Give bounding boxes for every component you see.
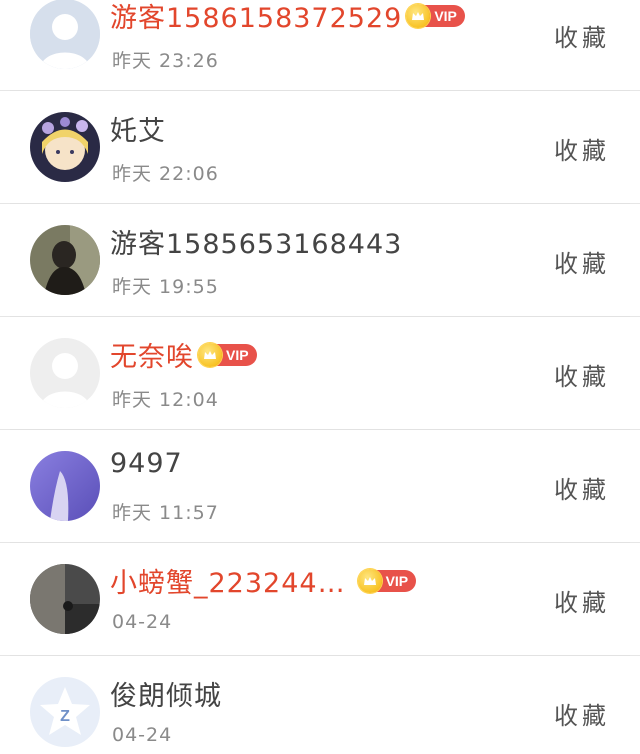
- list-item[interactable]: 9497 昨天 11:57 收藏: [0, 430, 640, 543]
- name-line: 无奈唉 VIP: [110, 335, 257, 374]
- avatar[interactable]: [30, 338, 100, 408]
- timestamp: 昨天 19:55: [112, 276, 219, 298]
- user-name: 9497: [110, 448, 183, 479]
- avatar[interactable]: [30, 225, 100, 295]
- user-name: 奼艾: [110, 116, 166, 147]
- list-item[interactable]: 小螃蟹_223244… VIP 04-24 收藏: [0, 543, 640, 656]
- name-line: 奼艾: [110, 109, 166, 148]
- timestamp: 04-24: [112, 724, 173, 746]
- favorite-button[interactable]: 收藏: [554, 244, 610, 279]
- avatar[interactable]: Z: [30, 677, 100, 747]
- timestamp: 昨天 23:26: [112, 50, 219, 72]
- vip-label: VIP: [226, 346, 249, 363]
- timestamp: 昨天 22:06: [112, 163, 219, 185]
- timestamp: 昨天 12:04: [112, 389, 219, 411]
- vip-badge: VIP: [357, 568, 417, 593]
- avatar[interactable]: [30, 0, 100, 69]
- favorite-button[interactable]: 收藏: [554, 18, 610, 53]
- photo-avatar-icon: [30, 564, 100, 634]
- favorite-button[interactable]: 收藏: [554, 131, 610, 166]
- user-name: 俊朗倾城: [110, 681, 222, 712]
- crown-icon: [198, 342, 222, 367]
- anime-avatar-icon: [30, 112, 100, 182]
- name-line: 俊朗倾城: [110, 674, 222, 713]
- avatar[interactable]: [30, 451, 100, 521]
- list-item[interactable]: Z 俊朗倾城 04-24 收藏: [0, 656, 640, 754]
- name-line: 游客15861583725​29 VIP: [110, 0, 465, 35]
- user-name: 无奈唉: [110, 342, 194, 373]
- favorite-button[interactable]: 收藏: [554, 470, 610, 505]
- name-line: 游客15856531684​43: [110, 222, 402, 261]
- default-user-icon: [30, 0, 100, 69]
- photo-avatar-icon: [30, 451, 100, 521]
- favorite-button[interactable]: 收藏: [554, 357, 610, 392]
- timestamp: 昨天 11:57: [112, 502, 219, 524]
- photo-avatar-icon: [30, 225, 100, 295]
- default-user-icon: [30, 338, 100, 408]
- crown-icon: [357, 568, 382, 593]
- avatar[interactable]: [30, 564, 100, 634]
- vip-badge: VIP: [406, 3, 465, 28]
- favorite-button[interactable]: 收藏: [554, 583, 610, 618]
- name-line: 9497: [110, 448, 183, 479]
- user-name: 游客15861583725​29: [110, 3, 403, 34]
- favorite-button[interactable]: 收藏: [554, 696, 610, 731]
- vip-badge: VIP: [198, 342, 257, 367]
- crown-icon: [406, 3, 431, 28]
- favorites-list: 游客15861583725​29 VIP 昨天 23:26 收藏: [0, 0, 640, 754]
- svg-text:Z: Z: [60, 708, 70, 725]
- star-z-icon: Z: [30, 677, 100, 747]
- vip-label: VIP: [434, 7, 457, 24]
- list-item[interactable]: 游客15861583725​29 VIP 昨天 23:26 收藏: [0, 0, 640, 91]
- list-item[interactable]: 奼艾 昨天 22:06 收藏: [0, 91, 640, 204]
- vip-label: VIP: [385, 572, 409, 589]
- user-name: 游客15856531684​43: [110, 229, 403, 260]
- name-line: 小螃蟹_223244… VIP: [110, 561, 417, 600]
- avatar[interactable]: [30, 112, 100, 182]
- list-item[interactable]: 游客15856531684​43 昨天 19:55 收藏: [0, 204, 640, 317]
- user-name: 小螃蟹_223244…: [110, 568, 346, 599]
- list-item[interactable]: 无奈唉 VIP 昨天 12:04 收藏: [0, 317, 640, 430]
- timestamp: 04-24: [112, 611, 173, 633]
